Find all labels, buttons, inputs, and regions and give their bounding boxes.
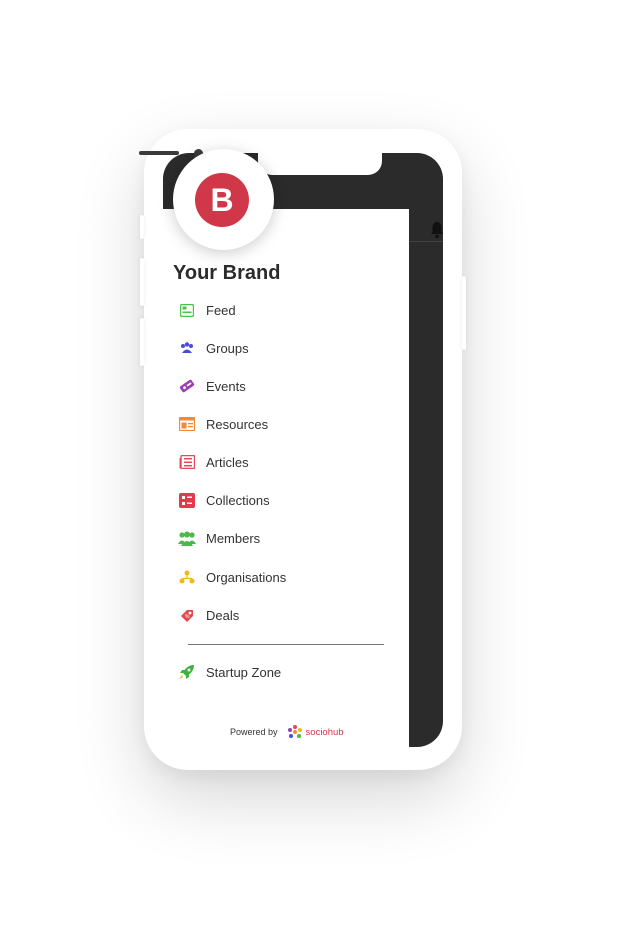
brand-avatar[interactable]: B	[173, 149, 274, 250]
groups-icon	[172, 338, 202, 358]
sociohub-logo-icon	[287, 725, 302, 738]
events-icon	[172, 376, 202, 396]
svg-text:%: %	[185, 614, 190, 620]
phone-notch	[258, 153, 382, 175]
menu-item-groups[interactable]: Groups	[172, 334, 372, 362]
menu-item-label: Resources	[206, 416, 269, 432]
brand-name: Your Brand	[173, 262, 281, 284]
menu-item-organisations[interactable]: Organisations	[172, 563, 372, 591]
phone-volume-up-button	[140, 258, 144, 306]
phone-volume-down-button	[140, 318, 144, 366]
sociohub-logo-text[interactable]: sociohub	[306, 727, 344, 738]
members-icon	[172, 528, 202, 548]
phone-power-button	[462, 276, 466, 350]
articles-icon	[172, 452, 202, 472]
menu-item-members[interactable]: Members	[172, 524, 372, 552]
resources-icon	[172, 414, 202, 434]
menu-item-label: Articles	[206, 454, 249, 470]
menu-divider	[188, 644, 384, 645]
header-divider	[409, 241, 443, 242]
menu-item-label: Organisations	[206, 569, 287, 585]
menu-item-resources[interactable]: Resources	[172, 410, 372, 438]
powered-by-label: Powered by	[230, 727, 278, 737]
menu-item-label: Members	[206, 530, 261, 546]
menu-item-collections[interactable]: Collections	[172, 486, 372, 514]
brand-initial: B	[195, 173, 249, 227]
deals-icon: %	[172, 605, 202, 625]
feed-icon	[172, 300, 202, 320]
organisations-icon	[172, 567, 202, 587]
menu-item-deals[interactable]: % Deals	[172, 601, 372, 629]
notification-bell-icon[interactable]	[429, 221, 443, 239]
phone-speaker	[139, 151, 179, 155]
powered-by-footer: Powered by sociohub	[230, 724, 344, 740]
menu-item-articles[interactable]: Articles	[172, 448, 372, 476]
menu-item-startup-zone[interactable]: Startup Zone	[172, 658, 372, 686]
menu-item-label: Events	[206, 378, 246, 394]
menu-item-feed[interactable]: Feed	[172, 296, 372, 324]
phone-side-button	[140, 215, 144, 239]
collections-icon	[172, 490, 202, 510]
rocket-icon	[172, 662, 202, 682]
menu-item-label: Feed	[206, 302, 236, 318]
menu-item-label: Deals	[206, 607, 240, 623]
menu-item-label: Collections	[206, 492, 270, 508]
menu-item-label: Groups	[206, 340, 249, 356]
menu-item-events[interactable]: Events	[172, 372, 372, 400]
menu-item-label: Startup Zone	[206, 664, 282, 680]
